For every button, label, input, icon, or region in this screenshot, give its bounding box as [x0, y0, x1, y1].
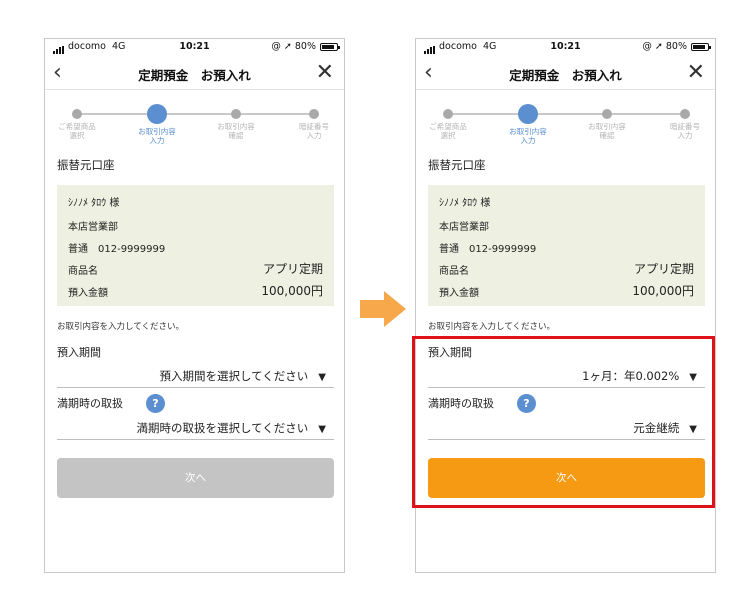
step-1: ご希望商品 選択	[47, 101, 107, 140]
account-branch: 本店営業部	[68, 222, 118, 233]
step-4: 暗証番号 入力	[655, 101, 715, 140]
step-label: 確認	[228, 131, 244, 140]
amount-value: 100,000円	[632, 284, 694, 298]
progress-stepper: ご希望商品 選択 お取引内容 入力 お取引内容 確認 暗証番号 入力	[45, 101, 344, 151]
step-dot-active	[147, 104, 167, 124]
step-4: 暗証番号 入力	[284, 101, 344, 140]
step-label: お取引内容	[138, 127, 176, 136]
step-label: お取引内容	[509, 127, 547, 136]
account-holder: ｼﾉﾉﾒ ﾀﾛｳ 様	[439, 198, 491, 209]
step-label: 入力	[677, 131, 693, 140]
step-dot	[231, 109, 241, 119]
step-3: お取引内容 確認	[577, 101, 637, 140]
step-3: お取引内容 確認	[206, 101, 266, 140]
step-dot	[443, 109, 453, 119]
battery-icon	[691, 43, 711, 51]
divider	[45, 89, 344, 90]
step-dot-active	[518, 104, 538, 124]
status-bar: docomo 4G 10:21 @ ➚ 80%	[45, 39, 344, 56]
period-select-value: 預入期間を選択してください	[159, 369, 309, 383]
product-value: アプリ定期	[633, 262, 694, 276]
divider	[416, 89, 715, 90]
nav-bar: ‹ 定期預金 お預入れ ✕	[416, 59, 715, 89]
step-label: 確認	[599, 131, 615, 140]
step-label: 入力	[306, 131, 322, 140]
step-dot	[309, 109, 319, 119]
status-indicators: @ ➚ 80%	[642, 41, 687, 52]
amount-label: 預入金額	[68, 288, 108, 299]
account-holder: ｼﾉﾉﾒ ﾀﾛｳ 様	[68, 198, 120, 209]
page-title: 定期預金 お預入れ	[509, 68, 622, 83]
account-info-box: ｼﾉﾉﾒ ﾀﾛｳ 様 本店営業部 普通 012-9999999 商品名 アプリ定期…	[428, 185, 705, 306]
instruction-text: お取引内容を入力してください。	[428, 322, 555, 332]
page-title: 定期預金 お預入れ	[138, 68, 251, 83]
step-label: 入力	[149, 136, 165, 145]
product-value: アプリ定期	[262, 262, 323, 276]
account-info-box: ｼﾉﾉﾒ ﾀﾛｳ 様 本店営業部 普通 012-9999999 商品名 アプリ定期…	[57, 185, 334, 306]
step-label: お取引内容	[217, 122, 255, 131]
amount-value: 100,000円	[261, 284, 323, 298]
section-title: 振替元口座	[57, 158, 115, 172]
step-dot	[72, 109, 82, 119]
account-branch: 本店営業部	[439, 222, 489, 233]
caret-down-icon: ▼	[318, 424, 326, 435]
close-icon[interactable]: ✕	[687, 59, 705, 87]
account-number: 普通 012-9999999	[439, 244, 537, 255]
product-row: 商品名 アプリ定期	[439, 262, 694, 277]
step-label: 入力	[520, 136, 536, 145]
product-label: 商品名	[68, 266, 98, 277]
step-dot	[602, 109, 612, 119]
product-row: 商品名 アプリ定期	[68, 262, 323, 277]
progress-stepper: ご希望商品 選択 お取引内容 入力 お取引内容 確認 暗証番号 入力	[416, 101, 715, 151]
step-label: お取引内容	[588, 122, 626, 131]
amount-row: 預入金額 100,000円	[68, 284, 323, 299]
close-icon[interactable]: ✕	[316, 59, 334, 87]
step-2: お取引内容 入力	[127, 101, 187, 145]
highlight-frame	[412, 336, 715, 508]
maturity-select[interactable]: 満期時の取扱を選択してください ▼	[57, 420, 334, 440]
amount-row: 預入金額 100,000円	[439, 284, 694, 299]
step-label: 選択	[440, 131, 456, 140]
period-select[interactable]: 預入期間を選択してください ▼	[57, 368, 334, 388]
maturity-select-value: 満期時の取扱を選択してください	[136, 421, 309, 435]
status-bar: docomo 4G 10:21 @ ➚ 80%	[416, 39, 715, 56]
step-label: 暗証番号	[670, 122, 700, 131]
step-label: 暗証番号	[299, 122, 329, 131]
phone-screen-before: docomo 4G 10:21 @ ➚ 80% ‹ 定期預金 お預入れ ✕ ご希…	[44, 38, 345, 573]
arrow-right-icon	[360, 291, 408, 327]
nav-bar: ‹ 定期預金 お預入れ ✕	[45, 59, 344, 89]
stepper-line	[448, 113, 683, 115]
step-label: 選択	[69, 131, 85, 140]
maturity-label: 満期時の取扱	[57, 397, 123, 410]
period-label: 預入期間	[57, 346, 101, 359]
amount-label: 預入金額	[439, 288, 479, 299]
next-button-disabled[interactable]: 次へ	[57, 458, 334, 498]
step-1: ご希望商品 選択	[418, 101, 478, 140]
step-2: お取引内容 入力	[498, 101, 558, 145]
battery-icon	[320, 43, 340, 51]
section-title: 振替元口座	[428, 158, 486, 172]
caret-down-icon: ▼	[318, 372, 326, 383]
step-label: ご希望商品	[58, 122, 96, 131]
help-icon[interactable]: ?	[146, 394, 165, 413]
account-number: 普通 012-9999999	[68, 244, 166, 255]
step-label: ご希望商品	[429, 122, 467, 131]
status-indicators: @ ➚ 80%	[271, 41, 316, 52]
stepper-line	[77, 113, 312, 115]
step-dot	[680, 109, 690, 119]
instruction-text: お取引内容を入力してください。	[57, 322, 184, 332]
product-label: 商品名	[439, 266, 469, 277]
